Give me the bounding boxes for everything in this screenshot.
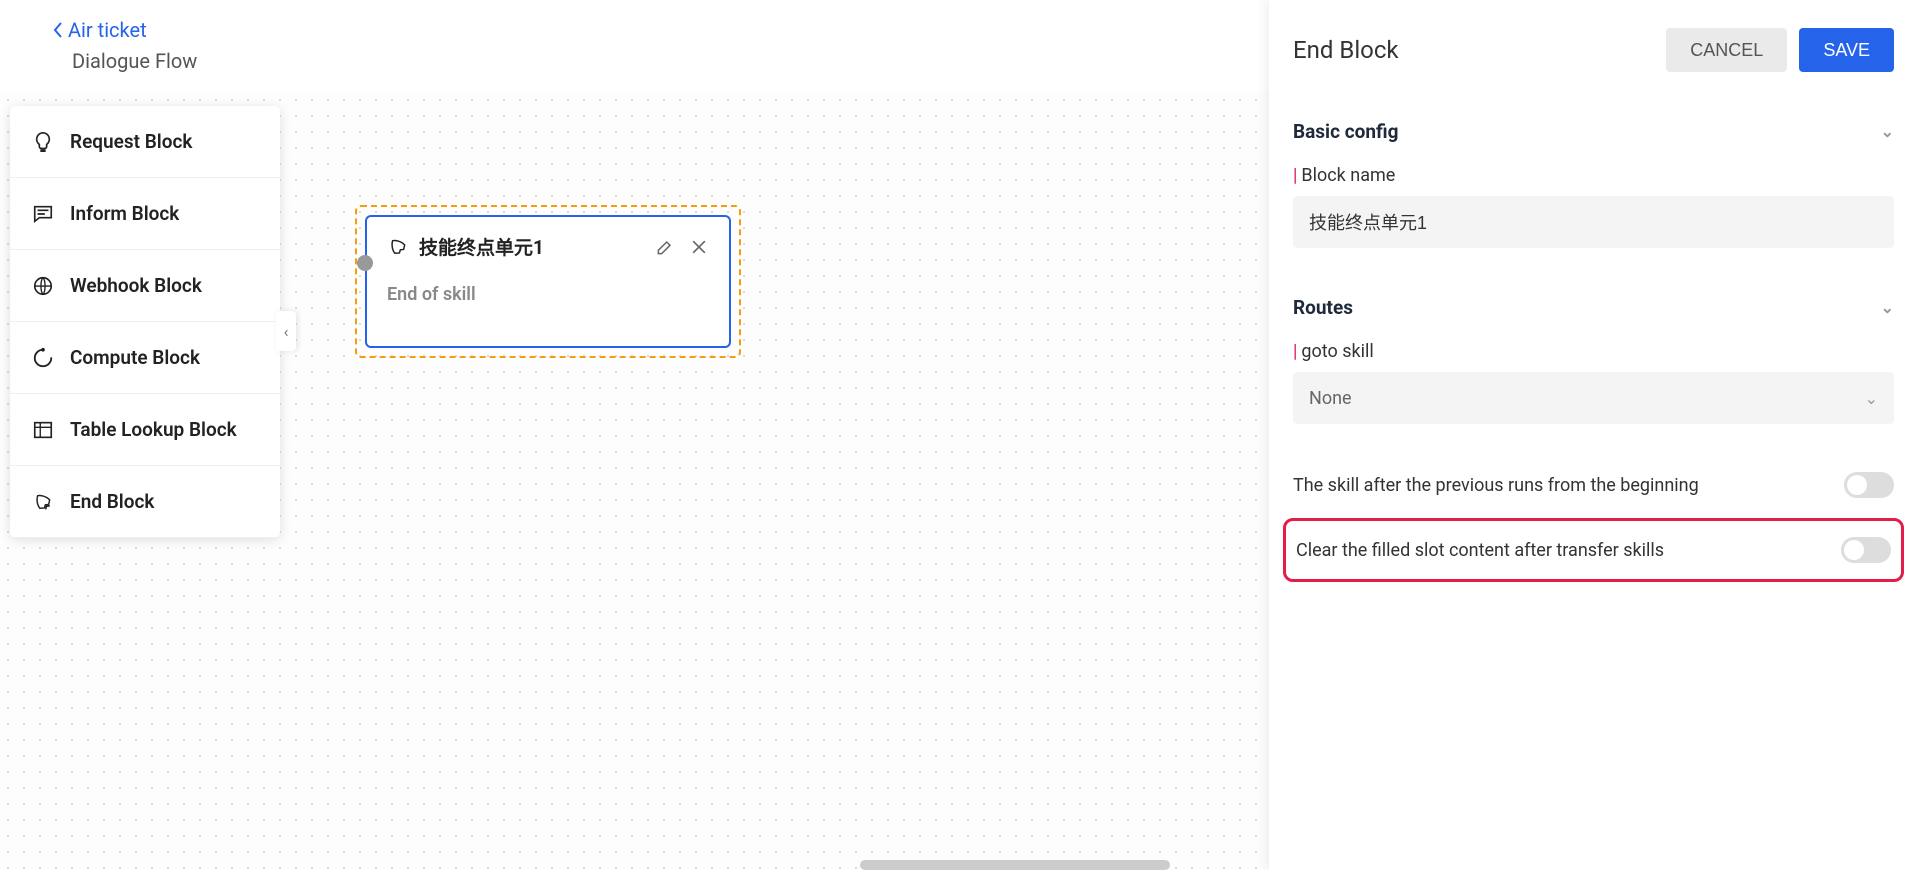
palette-item-label: Webhook Block bbox=[70, 274, 202, 297]
section-title: Basic config bbox=[1293, 120, 1398, 143]
globe-icon bbox=[32, 275, 54, 297]
node-input-port[interactable] bbox=[357, 255, 373, 271]
toggle-label: The skill after the previous runs from t… bbox=[1293, 475, 1699, 496]
clear-slot-row: Clear the filled slot content after tran… bbox=[1283, 518, 1904, 582]
goto-skill-select[interactable]: None ⌄ bbox=[1293, 372, 1894, 424]
side-panel: End Block CANCEL SAVE Basic config ⌄ | B… bbox=[1269, 0, 1918, 870]
palette-item-compute[interactable]: Compute Block bbox=[10, 322, 280, 394]
select-value: None bbox=[1309, 388, 1352, 409]
required-mark: | bbox=[1293, 165, 1297, 186]
chevron-left-icon: ‹ bbox=[284, 322, 289, 341]
block-name-label: | Block name bbox=[1293, 165, 1894, 186]
palette-item-label: Compute Block bbox=[70, 346, 200, 369]
goto-skill-label: | goto skill bbox=[1293, 341, 1894, 362]
required-mark: | bbox=[1293, 341, 1297, 362]
palette-item-end[interactable]: End Block bbox=[10, 466, 280, 538]
table-icon bbox=[32, 419, 54, 441]
panel-title: End Block bbox=[1293, 36, 1399, 64]
palette-item-request[interactable]: Request Block bbox=[10, 106, 280, 178]
node-actions bbox=[655, 237, 709, 257]
end-block-node[interactable]: 技能终点单元1 End of skill bbox=[365, 215, 731, 348]
back-link[interactable]: Air ticket bbox=[52, 18, 147, 42]
chat-icon bbox=[32, 203, 54, 225]
block-palette: Request Block Inform Block Webhook Block… bbox=[10, 106, 280, 538]
palette-item-label: Inform Block bbox=[70, 202, 179, 225]
bulb-icon bbox=[32, 131, 54, 153]
routes-section-header[interactable]: Routes ⌄ bbox=[1293, 296, 1894, 319]
palette-item-label: End Block bbox=[70, 490, 154, 513]
collapse-palette-button[interactable]: ‹ bbox=[276, 311, 296, 351]
run-from-beginning-toggle[interactable] bbox=[1844, 472, 1894, 498]
edit-icon[interactable] bbox=[655, 237, 675, 257]
rocket-icon bbox=[32, 491, 54, 513]
rocket-icon bbox=[387, 236, 409, 258]
chevron-down-icon: ⌄ bbox=[1881, 298, 1894, 317]
close-icon[interactable] bbox=[689, 237, 709, 257]
chevron-down-icon: ⌄ bbox=[1881, 122, 1894, 141]
spinner-icon bbox=[32, 347, 54, 369]
palette-item-inform[interactable]: Inform Block bbox=[10, 178, 280, 250]
basic-config-section-header[interactable]: Basic config ⌄ bbox=[1293, 120, 1894, 143]
node-title: 技能终点单元1 bbox=[419, 233, 645, 260]
block-name-input[interactable] bbox=[1293, 196, 1894, 248]
section-title: Routes bbox=[1293, 296, 1353, 319]
chevron-down-icon: ⌄ bbox=[1865, 389, 1878, 408]
run-from-beginning-row: The skill after the previous runs from t… bbox=[1293, 460, 1894, 510]
back-label: Air ticket bbox=[68, 18, 147, 42]
toggle-label: Clear the filled slot content after tran… bbox=[1296, 540, 1664, 561]
clear-slot-toggle[interactable] bbox=[1841, 537, 1891, 563]
save-button[interactable]: SAVE bbox=[1799, 28, 1894, 72]
palette-item-label: Table Lookup Block bbox=[70, 418, 237, 441]
palette-item-label: Request Block bbox=[70, 130, 192, 153]
node-header: 技能终点单元1 bbox=[387, 233, 709, 260]
node-body: End of skill bbox=[387, 284, 709, 305]
chevron-left-icon bbox=[52, 21, 64, 39]
node-selection-outline: 技能终点单元1 End of skill bbox=[355, 205, 741, 358]
cancel-button[interactable]: CANCEL bbox=[1666, 28, 1787, 72]
palette-item-webhook[interactable]: Webhook Block bbox=[10, 250, 280, 322]
panel-header: End Block CANCEL SAVE bbox=[1293, 28, 1894, 72]
palette-item-table[interactable]: Table Lookup Block bbox=[10, 394, 280, 466]
horizontal-scrollbar[interactable] bbox=[860, 860, 1170, 870]
